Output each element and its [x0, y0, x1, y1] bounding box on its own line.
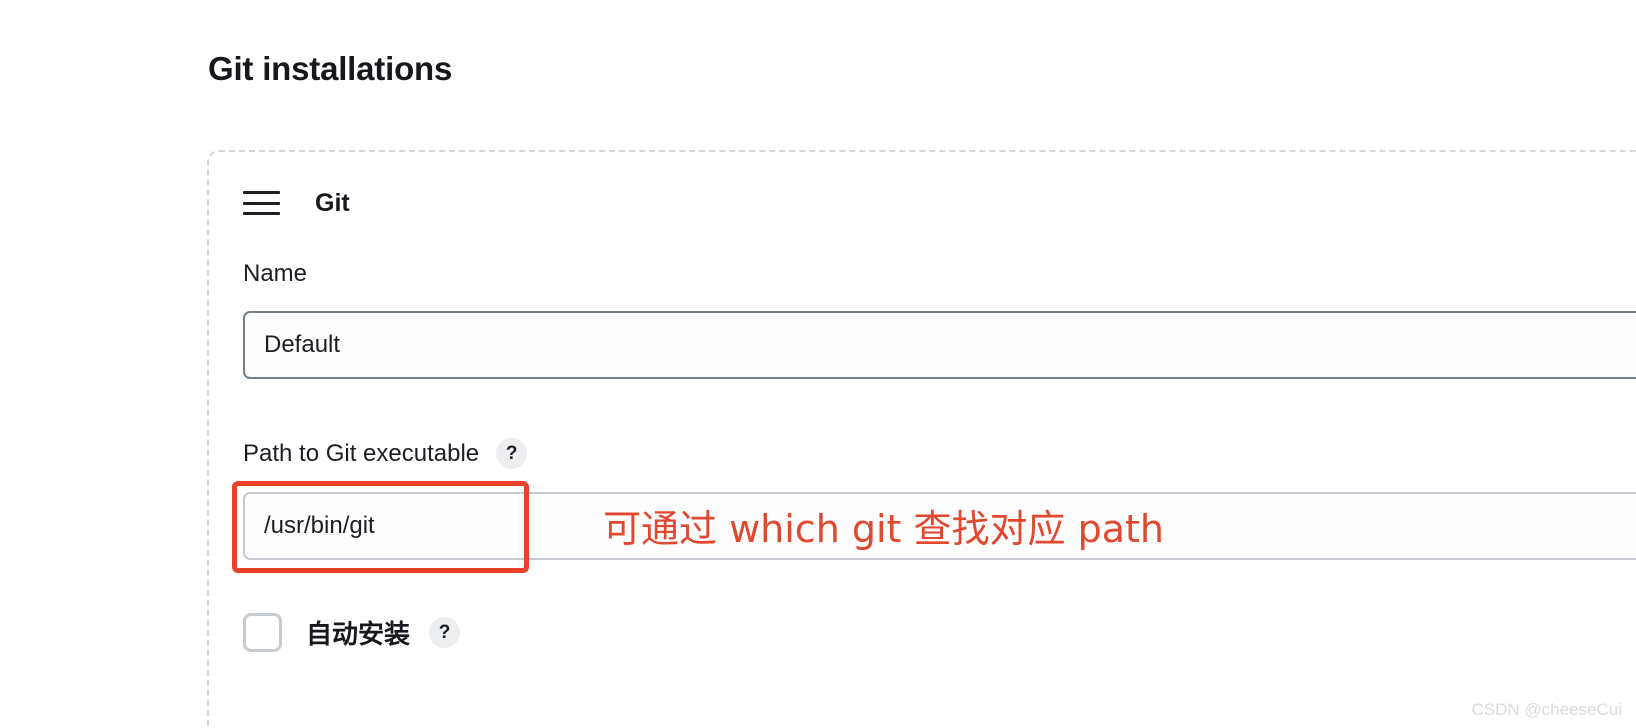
page-title: Git installations	[208, 50, 453, 87]
question-mark-icon[interactable]: ?	[429, 617, 461, 648]
name-field-label: Name	[243, 260, 308, 287]
auto-install-row: 自动安装 ?	[243, 613, 461, 652]
hamburger-icon-bar	[243, 212, 280, 215]
question-mark-icon[interactable]: ?	[496, 438, 528, 469]
path-field-label: Path to Git executable	[243, 439, 480, 467]
name-input[interactable]: Default	[243, 311, 1636, 379]
hamburger-icon[interactable]	[243, 191, 280, 215]
auto-install-label: 自动安装	[306, 620, 411, 650]
annotation-note: 可通过 which git 查找对应 path	[603, 507, 1164, 551]
panel-title: Git	[315, 188, 350, 217]
hamburger-icon-bar	[243, 201, 280, 205]
watermark: CSDN @cheeseCui	[1471, 700, 1622, 719]
path-field-label-row: Path to Git executable ?	[243, 438, 528, 469]
panel-header: Git	[243, 186, 350, 220]
screen-root: Git installations Git Name Default Path …	[0, 0, 1636, 728]
auto-install-checkbox[interactable]	[243, 613, 282, 652]
hamburger-icon-bar	[243, 191, 280, 194]
